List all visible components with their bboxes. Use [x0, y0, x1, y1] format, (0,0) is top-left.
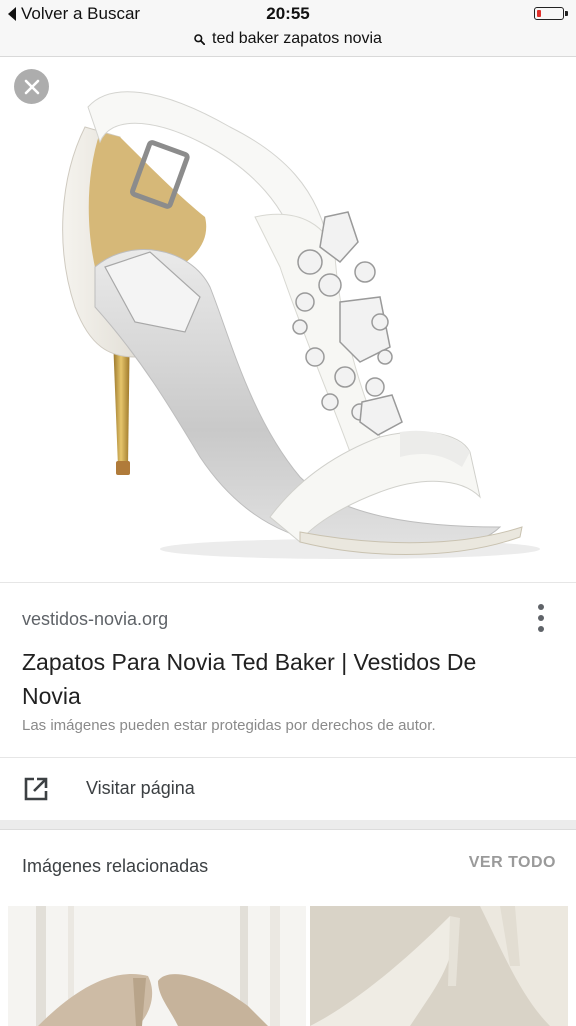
copyright-notice: Las imágenes pueden estar protegidas por… — [22, 717, 436, 734]
visit-page-button[interactable]: Visitar página — [0, 758, 576, 820]
source-domain[interactable]: vestidos-novia.org — [22, 609, 168, 630]
clock: 20:55 — [266, 4, 310, 23]
visit-page-label: Visitar página — [86, 778, 195, 798]
close-icon — [24, 79, 39, 94]
shoe-image[interactable] — [0, 57, 576, 582]
more-options-button[interactable] — [526, 601, 556, 635]
close-button[interactable] — [14, 69, 49, 104]
related-images-title: Imágenes relacionadas — [22, 856, 209, 876]
ivory-pumps-thumbnail — [310, 906, 568, 1026]
related-image-thumbnail[interactable] — [310, 906, 568, 1026]
see-all-link[interactable]: VER TODO — [469, 854, 556, 872]
bridal-sandal-illustration — [62, 91, 540, 559]
search-icon — [194, 33, 206, 45]
related-image-thumbnail[interactable] — [8, 906, 306, 1026]
battery-icon — [534, 7, 568, 20]
more-vert-icon — [538, 604, 544, 610]
result-title[interactable]: Zapatos Para Novia Ted Baker | Vestidos … — [22, 645, 522, 713]
search-query: ted baker zapatos novia — [212, 30, 382, 47]
status-bar: Volver a Buscar 20:55 ted baker zapatos … — [0, 0, 576, 57]
address-bar[interactable]: ted baker zapatos novia — [0, 28, 576, 50]
open-in-new-icon — [24, 777, 48, 801]
glitter-pumps-thumbnail — [8, 906, 306, 1026]
related-images-section: Imágenes relacionadas VER TODO — [0, 830, 576, 1026]
section-separator — [0, 820, 576, 830]
image-result-card: vestidos-novia.org Zapatos Para Novia Te… — [0, 582, 576, 821]
